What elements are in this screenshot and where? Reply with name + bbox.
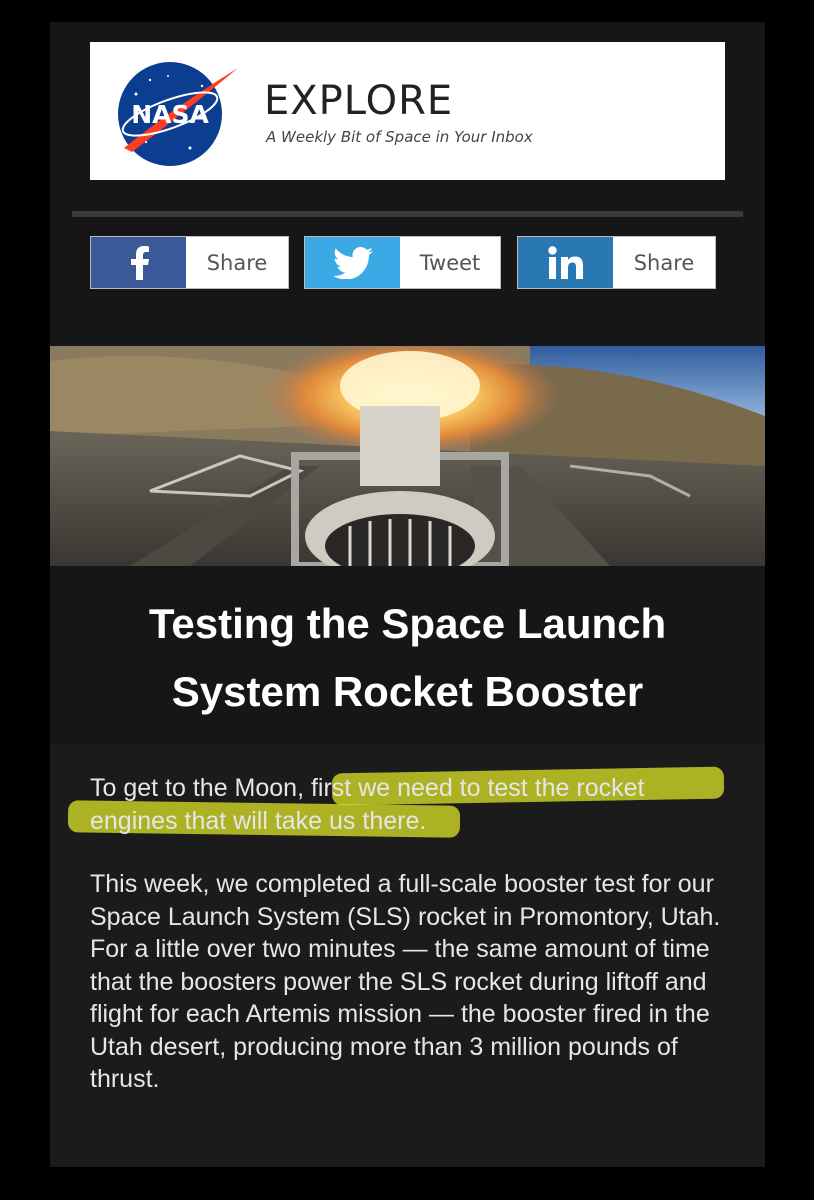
linkedin-share-label: Share (613, 237, 715, 288)
twitter-tweet-button[interactable]: Tweet (304, 236, 501, 289)
headline-line-2: System Rocket Booster (171, 668, 644, 715)
highlighted-text-1: first we need to test the rocket (310, 774, 645, 802)
linkedin-share-button[interactable]: Share (517, 236, 716, 289)
header-divider (72, 211, 743, 217)
brand-tagline: A Weekly Bit of Space in Your Inbox (266, 128, 533, 146)
facebook-share-label: Share (186, 237, 288, 288)
nasa-logo-text: NASA (131, 100, 209, 129)
facebook-icon (91, 237, 186, 288)
twitter-tweet-label: Tweet (400, 237, 500, 288)
highlighted-text-2: engines that will take us there (90, 806, 420, 835)
twitter-icon (305, 237, 400, 288)
brand-title: EXPLORE (264, 78, 454, 124)
facebook-share-button[interactable]: Share (90, 236, 289, 289)
intro-text: To get to the Moon, (90, 774, 311, 802)
rocket-booster-test-image (50, 346, 765, 566)
newsletter-header: NASA EXPLORE A Weekly Bit of Space in Yo… (90, 42, 725, 180)
nasa-logo[interactable]: NASA (106, 56, 246, 168)
intro-period: . (419, 806, 427, 835)
headline-line-1: Testing the Space Launch (148, 600, 667, 647)
article-paragraph: This week, we completed a full-scale boo… (90, 870, 721, 1093)
linkedin-icon (518, 237, 613, 288)
article-headline: Testing the Space Launch System Rocket B… (50, 590, 765, 726)
intro-paragraph: To get to the Moon, first we need to tes… (90, 772, 730, 837)
newsletter-card: NASA EXPLORE A Weekly Bit of Space in Yo… (50, 22, 765, 1167)
